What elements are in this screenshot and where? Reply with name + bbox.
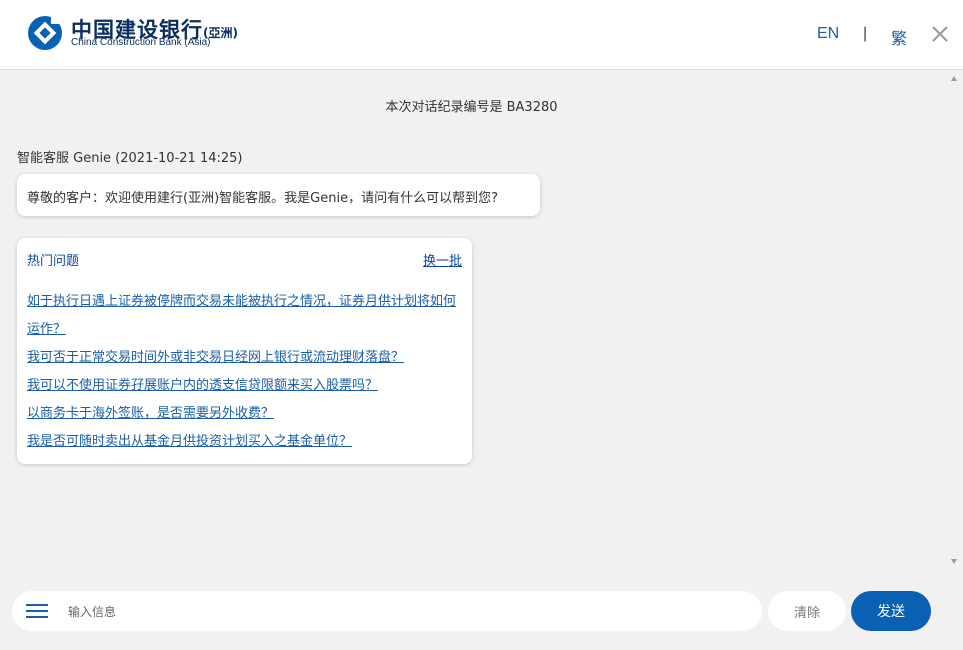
language-separator: |	[863, 25, 868, 42]
hot-question-link[interactable]: 我是否可随时卖出从基金月供投资计划买入之基金单位？	[27, 428, 467, 456]
hot-question-link[interactable]: 我可否于正常交易时间外或非交易日经网上银行或流动理财落盘？	[27, 344, 467, 372]
hot-questions-card: 热门问题 换一批 如于执行日遇上证券被停牌而交易未能被执行之情况，证券月供计划将…	[17, 238, 472, 464]
header: 中国建设银行(亞洲) China Construction Bank (Asia…	[0, 0, 963, 70]
ccb-logo-icon	[28, 14, 63, 50]
send-button[interactable]: 发送	[851, 591, 931, 631]
language-en-link[interactable]: EN	[817, 25, 839, 43]
conversation-record-number: 本次对话纪录编号是 BA3280	[385, 100, 558, 115]
menu-icon[interactable]	[26, 604, 48, 618]
language-tc-link[interactable]: 繁	[891, 25, 907, 49]
scroll-down-arrow-icon[interactable]	[951, 559, 957, 564]
scroll-up-arrow-icon[interactable]	[951, 76, 957, 81]
chat-area[interactable]: 本次对话纪录编号是 BA3280 智能客服 Genie (2021-10-21 …	[0, 71, 963, 576]
hot-question-link[interactable]: 如于执行日遇上证券被停牌而交易未能被执行之情况，证券月供计划将如何运作？	[27, 288, 467, 344]
welcome-message-bubble: 尊敬的客户：欢迎使用建行(亚洲)智能客服。我是Genie，请问有什么可以帮到您?	[17, 174, 540, 216]
message-input[interactable]	[66, 601, 750, 623]
hot-question-link[interactable]: 我可以不使用证券孖展账户内的透支信贷限额来买入股票吗？	[27, 372, 467, 400]
refresh-questions-link[interactable]: 换一批	[423, 250, 462, 269]
hot-question-link[interactable]: 以商务卡于海外签账，是否需要另外收费？	[27, 400, 467, 428]
hot-questions-list: 如于执行日遇上证券被停牌而交易未能被执行之情况，证券月供计划将如何运作？ 我可否…	[27, 288, 467, 456]
brand-name-en: China Construction Bank (Asia)	[71, 37, 211, 48]
welcome-message-text: 尊敬的客户：欢迎使用建行(亚洲)智能客服。我是Genie，请问有什么可以帮到您?	[27, 191, 498, 206]
hot-questions-title: 热门问题	[27, 254, 80, 269]
message-input-bar	[12, 591, 762, 631]
close-icon[interactable]	[930, 24, 950, 44]
sender-line: 智能客服 Genie (2021-10-21 14:25)	[17, 151, 243, 166]
clear-button[interactable]: 清除	[768, 591, 846, 631]
